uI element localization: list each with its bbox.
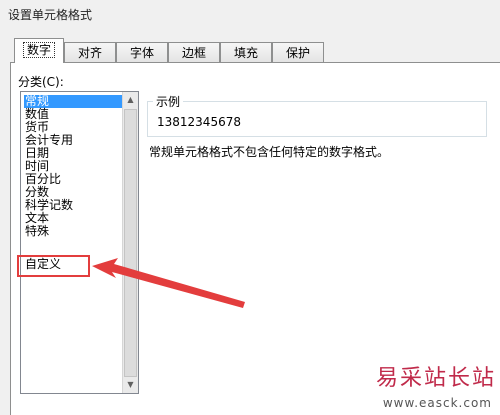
watermark-cn: 易采站长站 — [375, 366, 496, 391]
tab-number-label: 数字 — [22, 42, 55, 58]
annotation-arrow-icon — [92, 258, 245, 308]
watermark: 易采站长站 www.easck.com — [375, 356, 500, 414]
tab-number[interactable]: 数字 — [14, 38, 64, 63]
watermark-url: www.easck.com — [382, 396, 492, 410]
